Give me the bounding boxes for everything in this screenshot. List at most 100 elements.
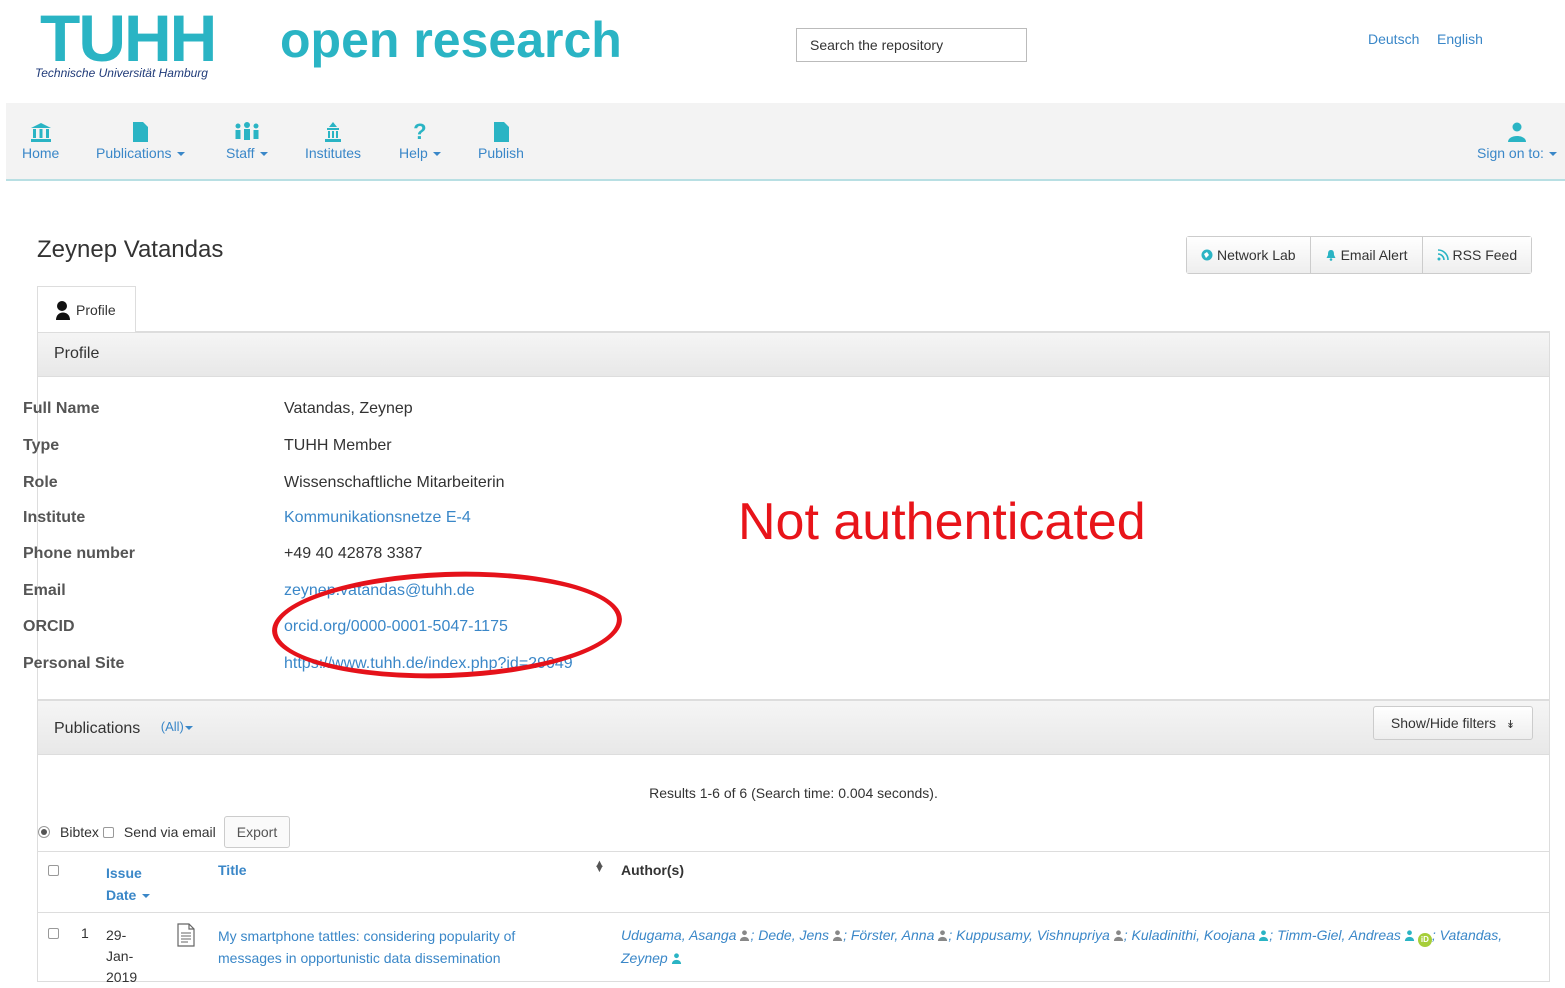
lang-deutsch-link[interactable]: Deutsch (1368, 31, 1419, 47)
type-value: TUHH Member (284, 437, 392, 454)
role-value: Wissenschaftliche Mitarbeiterin (284, 474, 505, 491)
role-label: Role (23, 474, 58, 491)
send-via-email-label: Send via email (123, 824, 216, 840)
institution-icon (325, 122, 342, 142)
tab-profile[interactable]: Profile (37, 286, 136, 332)
bell-icon (1326, 250, 1336, 261)
nav-home-label: Home (22, 145, 60, 161)
phone-value: +49 40 42878 3387 (284, 545, 423, 562)
site-title[interactable]: open research (280, 12, 622, 68)
full-name-label: Full Name (23, 400, 100, 417)
nav-help-label: Help (399, 145, 428, 161)
search-input[interactable] (796, 28, 1027, 62)
row-1-title-line-2: messages in opportunistic data dissemina… (218, 950, 501, 966)
row-1-title-line-1: My smartphone tattles: considering popul… (218, 928, 516, 944)
select-all-checkbox[interactable] (48, 865, 59, 876)
issue-date-column-header[interactable]: Issue Date (106, 862, 151, 906)
network-lab-button[interactable]: Network Lab (1187, 237, 1311, 273)
email-alert-button[interactable]: Email Alert (1310, 237, 1423, 273)
author-link[interactable]: Udugama, Asanga (621, 927, 736, 943)
author-link[interactable]: Kuladinithi, Koojana (1132, 927, 1256, 943)
row-1-authors: Udugama, Asanga; Dede, Jens; Förster, An… (621, 927, 1503, 966)
nav-home[interactable]: Home (22, 121, 59, 161)
export-button[interactable]: Export (223, 816, 291, 848)
institute-link[interactable]: Kommunikationsnetze E-4 (284, 509, 471, 527)
author-link[interactable]: Timm-Giel, Andreas (1277, 927, 1401, 943)
row-1-date: 29- Jan- 2019 (106, 925, 137, 988)
person-gray-icon (740, 930, 750, 941)
email-label: Email (23, 582, 66, 599)
person-gray-icon (938, 930, 948, 941)
nav-help[interactable]: ? Help (399, 121, 441, 161)
phone-label: Phone number (23, 545, 136, 562)
main-nav: Home Publications Staff Institutes ? Hel… (6, 103, 1565, 181)
person-teal-icon (1404, 930, 1414, 941)
logo-subtitle: Technische Universität Hamburg (35, 66, 208, 80)
send-via-email-checkbox[interactable] (102, 826, 114, 838)
publications-heading: Publications (54, 720, 141, 737)
nav-staff-label: Staff (226, 145, 255, 161)
question-icon: ? (413, 119, 427, 144)
person-teal-icon (671, 953, 681, 964)
nav-institutes-label: Institutes (305, 145, 362, 161)
document-type-icon (177, 923, 195, 947)
sort-icon[interactable]: ▲ ▼ (594, 858, 605, 882)
publications-filter-label: (All) (160, 719, 184, 734)
date-header-label: Date (106, 887, 137, 903)
author-link[interactable]: Kuppusamy, Vishnupriya (956, 927, 1110, 943)
row-1-title-link[interactable]: My smartphone tattles: considering popul… (218, 925, 515, 969)
page-title: Zeynep Vatandas (37, 236, 224, 263)
nav-institutes[interactable]: Institutes (305, 121, 361, 161)
double-chevron-down-icon: ↡ (1505, 719, 1516, 731)
nav-publications[interactable]: Publications (96, 121, 185, 161)
nav-publish-label: Publish (478, 145, 524, 161)
people-icon (235, 122, 259, 140)
email-alert-label: Email Alert (1340, 247, 1408, 263)
user-silhouette-icon (56, 300, 70, 320)
action-buttons: Network Lab Email Alert RSS Feed (1186, 236, 1533, 274)
lang-english-link[interactable]: English (1437, 31, 1483, 47)
table-header-border (37, 912, 1549, 913)
issue-header-label: Issue (106, 865, 142, 881)
orcid-icon[interactable]: iD (1417, 933, 1432, 947)
chevron-down-icon (176, 152, 185, 157)
chevron-down-icon (1548, 152, 1557, 157)
network-lab-label: Network Lab (1217, 247, 1296, 263)
show-hide-filters-button[interactable]: Show/Hide filters ↡ (1373, 706, 1533, 740)
tuhh-logo[interactable]: TUHH Technische Universität Hamburg (35, 1, 250, 84)
publications-filter-dropdown[interactable]: (All) (161, 719, 193, 734)
row-1-checkbox[interactable] (48, 928, 59, 939)
user-icon (1507, 122, 1526, 142)
nav-sign-on-label: Sign on to: (1477, 145, 1544, 161)
chevron-down-icon (432, 152, 441, 157)
nav-sign-on[interactable]: Sign on to: (1477, 121, 1557, 161)
not-authenticated-annotation: Not authenticated (738, 493, 1146, 551)
row-1-date-line-3: 2019 (106, 969, 138, 985)
show-hide-filters-label: Show/Hide filters (1390, 715, 1496, 731)
results-summary: Results 1-6 of 6 (Search time: 0.004 sec… (649, 785, 938, 801)
document-icon (493, 122, 509, 142)
globe-icon (1201, 249, 1213, 261)
rss-feed-button[interactable]: RSS Feed (1422, 237, 1532, 273)
row-1-date-line-2: Jan- (106, 948, 134, 964)
orcid-label: ORCID (23, 618, 75, 635)
institute-label: Institute (23, 509, 86, 526)
bibtex-radio[interactable] (38, 826, 50, 838)
person-gray-icon (832, 930, 843, 941)
author-link[interactable]: Förster, Anna (851, 927, 935, 943)
nav-publish[interactable]: Publish (478, 121, 524, 161)
type-label: Type (23, 437, 60, 454)
authors-column-header: Author(s) (621, 862, 684, 878)
row-1-number: 1 (81, 925, 89, 941)
person-gray-icon (1113, 930, 1123, 941)
title-column-header[interactable]: Title (218, 862, 247, 878)
row-1-date-line-1: 29- (106, 927, 127, 943)
rss-icon (1437, 249, 1449, 261)
author-link[interactable]: Dede, Jens (758, 927, 829, 943)
home-icon (30, 123, 51, 142)
nav-staff[interactable]: Staff (226, 121, 268, 161)
chevron-down-icon (259, 152, 268, 157)
personal-site-label: Personal Site (23, 655, 125, 672)
sort-down-icon (142, 894, 151, 899)
rss-feed-label: RSS Feed (1452, 247, 1518, 263)
